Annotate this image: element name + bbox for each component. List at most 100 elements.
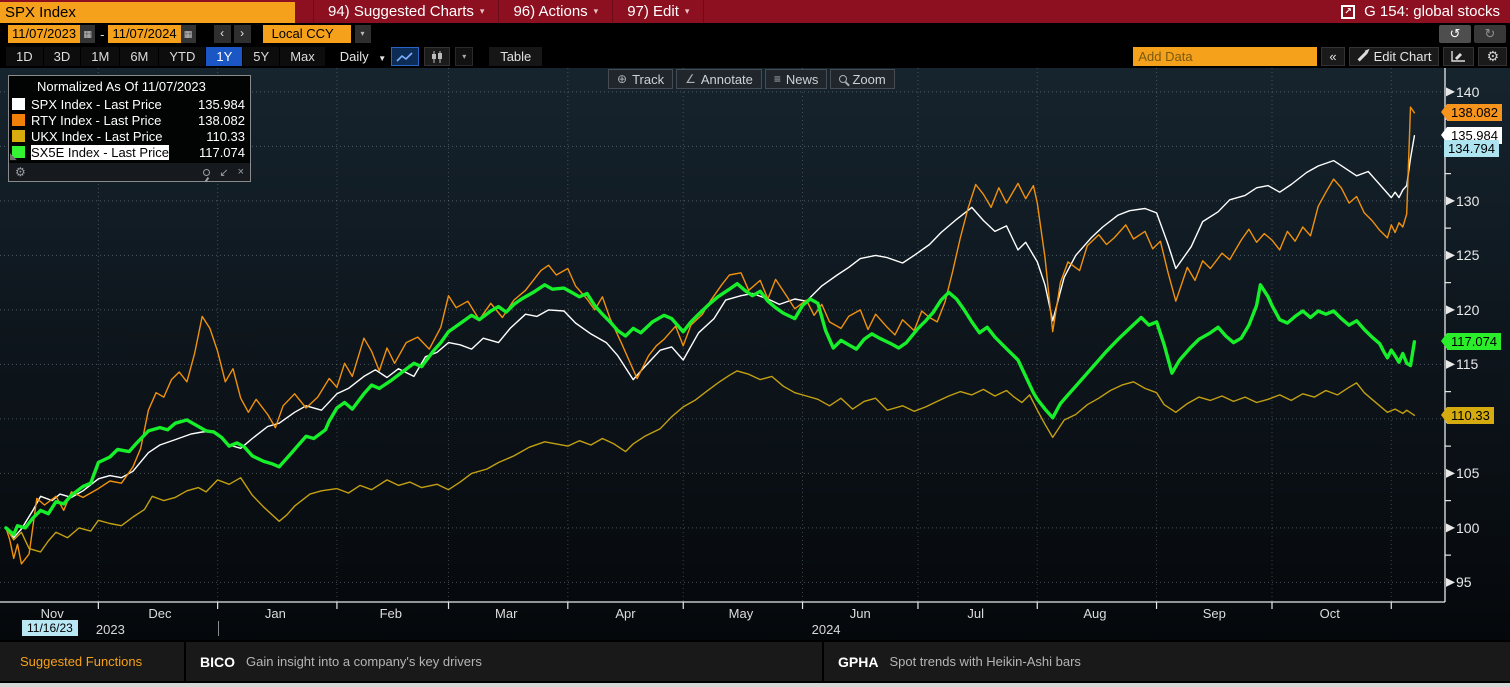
chart-type-dropdown-icon[interactable]: ▾ [455,47,473,66]
line-chart-icon [396,51,414,63]
y-axis-label: 115 [1456,356,1478,372]
edit-chart-button[interactable]: Edit Chart [1349,47,1440,66]
crosshair-icon: ⊕ [617,72,627,86]
menu-bar: 94) Suggested Charts▾96) Actions▾97) Edi… [313,0,704,23]
pin-icon[interactable] [203,169,210,176]
menu--suggested-charts[interactable]: 94) Suggested Charts▾ [313,0,499,23]
price-tag: 110.33 [1447,407,1494,424]
redo-button[interactable]: ↻ [1474,25,1506,43]
legend-row[interactable]: SX5E Index - Last Price 117.074 [9,144,250,160]
series-swatch [12,130,25,142]
y-axis-label: 100 [1456,520,1479,536]
date-tag: 11/16/23 [22,620,78,636]
period-tab-ytd[interactable]: YTD [159,47,205,66]
zoom-button[interactable]: Zoom [830,69,894,89]
bottom-divider [0,683,1510,687]
period-tab-5y[interactable]: 5Y [243,47,279,66]
export-icon[interactable]: ↗ [1341,5,1355,19]
pencil-icon: ∠ [685,72,696,86]
collapse-panel-button[interactable]: « [1321,47,1344,66]
resize-grip-icon[interactable]: ◣ [10,151,17,162]
close-icon[interactable]: × [238,166,244,178]
period-tab-1d[interactable]: 1D [6,47,43,66]
title-right: ↗ G 154: global stocks [1341,0,1500,23]
price-tag: 117.074 [1447,333,1501,350]
news-lines-icon: ≡ [774,72,781,86]
magnifier-icon [839,75,847,83]
menu--edit[interactable]: 97) Edit▾ [613,0,704,23]
toolbar-right-group: « Edit Chart ⚙ [1133,47,1507,66]
frequency-select[interactable]: Daily ▼ [340,49,386,64]
next-range-button[interactable]: › [234,25,251,43]
gear-icon[interactable]: ⚙ [1478,47,1507,66]
x-axis-year-label: 2023 [96,622,125,637]
period-tab-1y[interactable]: 1Y [206,47,242,66]
date-separator: - [100,27,104,42]
y-axis-label: 105 [1456,465,1479,481]
suggested-functions-panel: Suggested Functions [0,642,184,681]
x-axis-month-label: Dec [138,606,182,621]
chart-legend[interactable]: Normalized As Of 11/07/2023 SPX Index - … [8,75,251,182]
year-divider [218,621,219,636]
news-button[interactable]: ≡News [765,69,828,89]
x-axis-month-label: Jun [838,606,882,621]
line-chart-type-button[interactable] [391,47,419,66]
bloomberg-terminal-window: SPX Index 94) Suggested Charts▾96) Actio… [0,0,1510,687]
currency-select[interactable]: Local CCY [263,25,351,43]
chart-toolbar-row: 1D3D1M6MYTD1Y5YMax Daily ▼ ▾ Table « Edi… [0,45,1510,68]
tag-arrow-icon [1441,333,1447,349]
suggested-function-item[interactable]: GPHA Spot trends with Heikin-Ashi bars [824,642,1510,681]
period-tab-6m[interactable]: 6M [120,47,158,66]
candle-chart-type-button[interactable] [424,47,450,66]
menu--actions[interactable]: 96) Actions▾ [499,0,613,23]
series-swatch [12,98,25,110]
legend-gear-icon[interactable]: ⚙ [15,165,26,179]
date-range-bar: 11/07/2023 ▦ - 11/07/2024 ▦ ‹ › Local CC… [0,23,1510,45]
end-date-input[interactable]: 11/07/2024 [108,25,180,43]
x-axis-month-label: Oct [1308,606,1352,621]
suggested-function-item[interactable]: BICO Gain insight into a company's key d… [186,642,822,681]
x-axis-month-label: May [719,606,763,621]
y-axis-label: 120 [1456,302,1479,318]
x-axis-month-label: Nov [30,606,74,621]
table-button[interactable]: Table [489,47,542,66]
title-bar: SPX Index 94) Suggested Charts▾96) Actio… [0,0,1510,23]
prev-range-button[interactable]: ‹ [214,25,231,43]
chevron-down-icon: ▾ [480,6,485,17]
start-date-input[interactable]: 11/07/2023 [8,25,80,43]
calendar-icon[interactable]: ▦ [80,25,95,43]
legend-row[interactable]: RTY Index - Last Price 138.082 [9,112,250,128]
add-data-input[interactable] [1133,47,1317,66]
minimize-icon[interactable]: ↙ [219,166,228,179]
period-tab-3d[interactable]: 3D [44,47,81,66]
candlestick-icon [429,50,445,64]
legend-row[interactable]: UKX Index - Last Price 110.33 [9,128,250,144]
period-tabs: 1D3D1M6MYTD1Y5YMax [6,47,326,66]
x-axis-month-label: Sep [1192,606,1236,621]
security-input[interactable]: SPX Index [0,2,295,23]
chart-area[interactable]: ⊕Track∠Annotate≡NewsZoom Normalized As O… [0,68,1510,640]
period-tab-1m[interactable]: 1M [81,47,119,66]
page-title: G 154: global stocks [1364,3,1500,20]
undo-redo-group: ↺ ↻ [1439,25,1506,43]
y-axis-label: 140 [1456,84,1479,100]
y-axis-label: 95 [1456,574,1472,590]
x-axis-month-label: Feb [369,606,413,621]
calendar-icon[interactable]: ▦ [181,25,196,43]
price-tag: 134.794 [1444,140,1499,157]
x-axis-year-label: 2024 [812,622,841,637]
footer-bar: Suggested Functions BICO Gain insight in… [0,640,1510,683]
chevron-down-icon: ▼ [378,54,386,63]
track-button[interactable]: ⊕Track [608,69,673,89]
annotate-button[interactable]: ∠Annotate [676,69,762,89]
legend-row[interactable]: SPX Index - Last Price 135.984 [9,96,250,112]
x-axis-month-label: Aug [1073,606,1117,621]
period-tab-max[interactable]: Max [280,47,325,66]
price-tag: 138.082 [1447,104,1502,121]
undo-button[interactable]: ↺ [1439,25,1471,43]
series-swatch [12,114,25,126]
chevron-down-icon: ▾ [594,6,599,17]
pencil-icon [1357,52,1367,62]
currency-dropdown-icon[interactable]: ▾ [355,25,371,43]
chart-settings-icon[interactable] [1443,47,1474,66]
